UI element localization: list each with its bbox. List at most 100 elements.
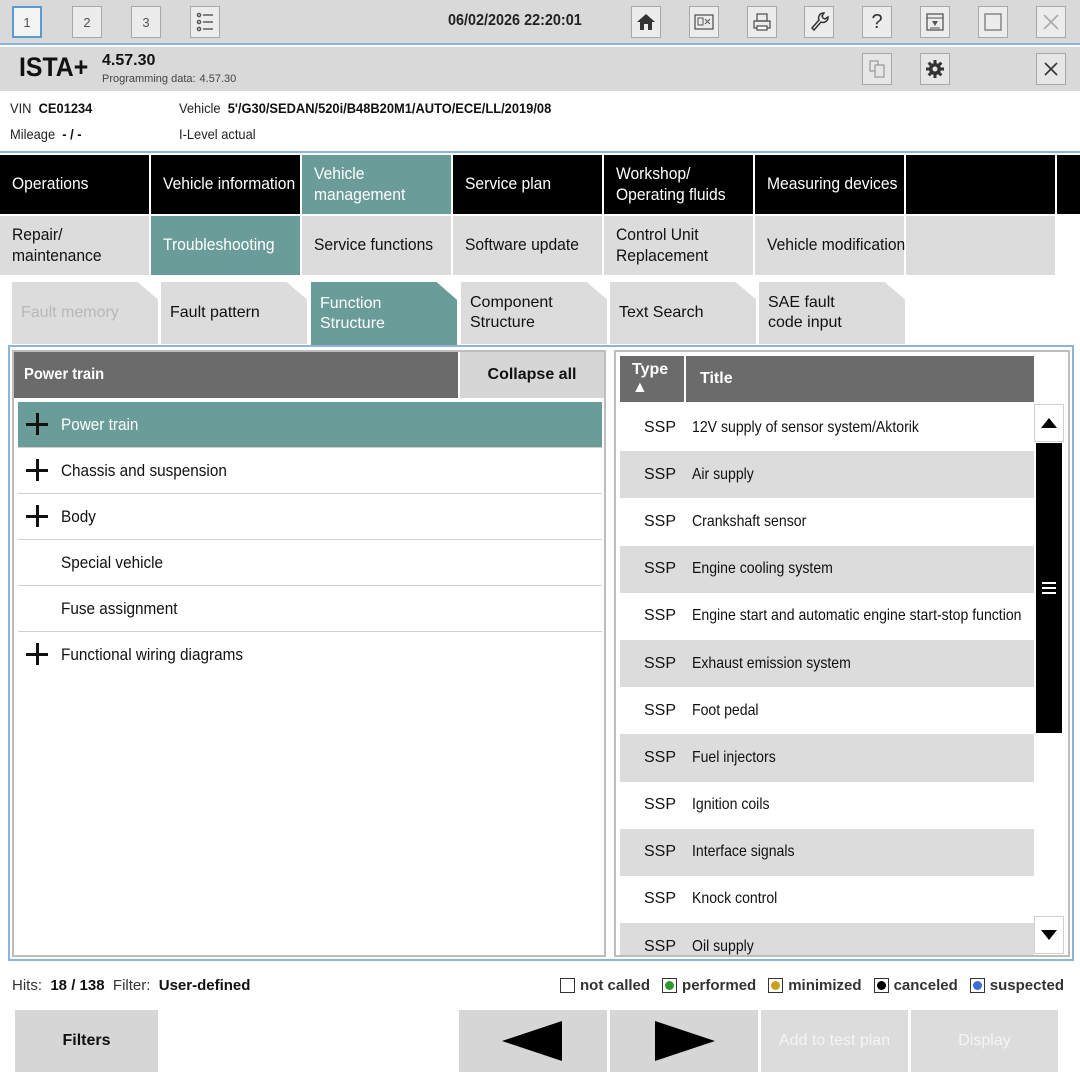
- tree-node[interactable]: Special vehicle: [18, 540, 602, 586]
- nav-label: Vehicle information: [163, 174, 296, 194]
- result-title: Exhaust emission system: [692, 654, 851, 672]
- document-icon[interactable]: [862, 53, 892, 85]
- tree-node[interactable]: Functional wiring diagrams: [18, 632, 602, 678]
- result-row[interactable]: SSP Foot pedal: [620, 687, 1034, 734]
- nav-label: Measuring devices: [767, 174, 898, 194]
- tab-text-search[interactable]: Text Search: [610, 282, 756, 344]
- scroll-down-icon[interactable]: [1034, 916, 1064, 954]
- function-tree: Power train Chassis and suspension Body …: [18, 402, 602, 678]
- home-icon[interactable]: [631, 6, 661, 38]
- filters-button[interactable]: Filters: [15, 1010, 158, 1072]
- result-type: SSP: [644, 418, 677, 436]
- subnav-label: Vehicle modification: [767, 235, 906, 255]
- ilevel-label: I-Level actual: [179, 126, 256, 142]
- result-row[interactable]: SSP Knock control: [620, 876, 1034, 923]
- wrench-icon[interactable]: [804, 6, 834, 38]
- display-button[interactable]: Display: [911, 1010, 1058, 1072]
- result-row[interactable]: SSP Crankshaft sensor: [620, 498, 1034, 545]
- mileage-value: - / -: [62, 126, 82, 142]
- result-title: Engine cooling system: [692, 560, 833, 578]
- results-scrollbar[interactable]: [1034, 404, 1066, 954]
- session-tab-1[interactable]: 1: [12, 6, 42, 38]
- subnav-vehicle-modification[interactable]: Vehicle modification: [755, 216, 906, 275]
- download-icon[interactable]: [920, 6, 950, 38]
- legend-swatch: [873, 978, 889, 993]
- collapse-all-button[interactable]: Collapse all: [458, 352, 604, 398]
- result-title: 12V supply of sensor system/Aktorik: [692, 418, 919, 436]
- vehicle-info: VIN CE01234 Vehicle 5'/G30/SEDAN/520i/B4…: [0, 91, 1080, 153]
- expand-icon[interactable]: [26, 643, 48, 665]
- expand-icon[interactable]: [26, 413, 48, 435]
- nav-measuring-devices[interactable]: Measuring devices: [755, 155, 906, 214]
- tree-node[interactable]: Body: [18, 494, 602, 540]
- arrow-left-icon: [502, 1021, 562, 1061]
- arrow-right-icon: [655, 1021, 715, 1061]
- column-type-header[interactable]: Type ▲: [620, 356, 686, 402]
- result-row[interactable]: SSP Air supply: [620, 451, 1034, 499]
- subnav-label: Software update: [465, 235, 579, 255]
- result-row[interactable]: SSP 12V supply of sensor system/Aktorik: [620, 404, 1034, 451]
- expand-icon[interactable]: [26, 505, 48, 527]
- nav-vehicle-management[interactable]: Vehicle management: [302, 155, 453, 214]
- legend-minimized: minimized: [768, 977, 862, 994]
- close-icon[interactable]: [1036, 6, 1066, 38]
- result-row[interactable]: SSP Engine start and automatic engine sta…: [620, 593, 1034, 640]
- info-panel-icon[interactable]: [689, 6, 719, 38]
- results-list: SSP 12V supply of sensor system/Aktorik S…: [620, 404, 1034, 955]
- result-row[interactable]: SSP Oil supply: [620, 923, 1034, 955]
- tab-fault-pattern[interactable]: Fault pattern: [161, 282, 307, 344]
- subnav-label: Troubleshooting: [163, 235, 275, 255]
- subnav-repair-maintenance[interactable]: Repair/ maintenance: [0, 216, 151, 275]
- vin-value: CE01234: [38, 100, 93, 116]
- subnav-service-functions[interactable]: Service functions: [302, 216, 453, 275]
- help-icon[interactable]: ?: [862, 6, 892, 38]
- nav-operations[interactable]: Operations: [0, 155, 151, 214]
- result-row[interactable]: SSP Interface signals: [620, 828, 1034, 876]
- close-session-icon[interactable]: [1036, 53, 1066, 85]
- nav-workshop-operating-fluids[interactable]: Workshop/ Operating fluids: [604, 155, 755, 214]
- next-button[interactable]: [610, 1010, 758, 1072]
- expand-icon[interactable]: [26, 459, 48, 481]
- previous-button[interactable]: [459, 1010, 607, 1072]
- scroll-up-icon[interactable]: [1034, 404, 1064, 442]
- tree-node[interactable]: Fuse assignment: [18, 586, 602, 632]
- result-title: Knock control: [692, 890, 778, 908]
- programming-data-value: 4.57.30: [199, 73, 237, 85]
- tab-component-structure[interactable]: Component Structure: [461, 282, 607, 344]
- gear-icon[interactable]: [920, 53, 950, 85]
- result-type: SSP: [644, 465, 677, 483]
- subnav-empty: [906, 216, 1057, 275]
- add-to-test-plan-button[interactable]: Add to test plan: [761, 1010, 908, 1072]
- scroll-thumb[interactable]: [1036, 443, 1062, 733]
- tab-sae-fault-code-input[interactable]: SAE fault code input: [759, 282, 905, 344]
- nav-label: Vehicle management: [314, 164, 406, 204]
- programming-data-label: Programming data:: [102, 73, 196, 85]
- result-type: SSP: [644, 890, 677, 908]
- tree-node[interactable]: Power train: [18, 402, 602, 448]
- session-tab-3[interactable]: 3: [131, 6, 161, 38]
- legend-swatch: [560, 978, 576, 993]
- tab-function-structure[interactable]: Function Structure: [311, 282, 457, 346]
- result-row[interactable]: SSP Engine cooling system: [620, 545, 1034, 593]
- subnav-troubleshooting[interactable]: Troubleshooting: [151, 216, 302, 275]
- results-panel: Type ▲ Title SSP 12V supply of sensor sys…: [614, 350, 1070, 957]
- print-icon[interactable]: [747, 6, 777, 38]
- nav-service-plan[interactable]: Service plan: [453, 155, 604, 214]
- tab-fault-memory[interactable]: Fault memory: [12, 282, 158, 344]
- window-icon[interactable]: [978, 6, 1008, 38]
- result-row[interactable]: SSP Exhaust emission system: [620, 639, 1034, 688]
- legend-suspected: suspected: [969, 977, 1064, 994]
- tree-node[interactable]: Chassis and suspension: [18, 448, 602, 494]
- nav-vehicle-information[interactable]: Vehicle information: [151, 155, 302, 214]
- result-row[interactable]: SSP Fuel injectors: [620, 734, 1034, 782]
- session-tab-2[interactable]: 2: [72, 6, 102, 38]
- subnav-software-update[interactable]: Software update: [453, 216, 604, 275]
- app-version: 4.57.30: [102, 52, 156, 69]
- column-title-header[interactable]: Title: [700, 370, 733, 388]
- legend-swatch: [662, 978, 678, 993]
- result-row[interactable]: SSP Ignition coils: [620, 782, 1034, 829]
- tab-label: Component Structure: [470, 294, 553, 331]
- subnav-label: Repair/ maintenance: [12, 225, 102, 265]
- subnav-control-unit-replacement[interactable]: Control Unit Replacement: [604, 216, 755, 275]
- list-icon[interactable]: [190, 6, 220, 38]
